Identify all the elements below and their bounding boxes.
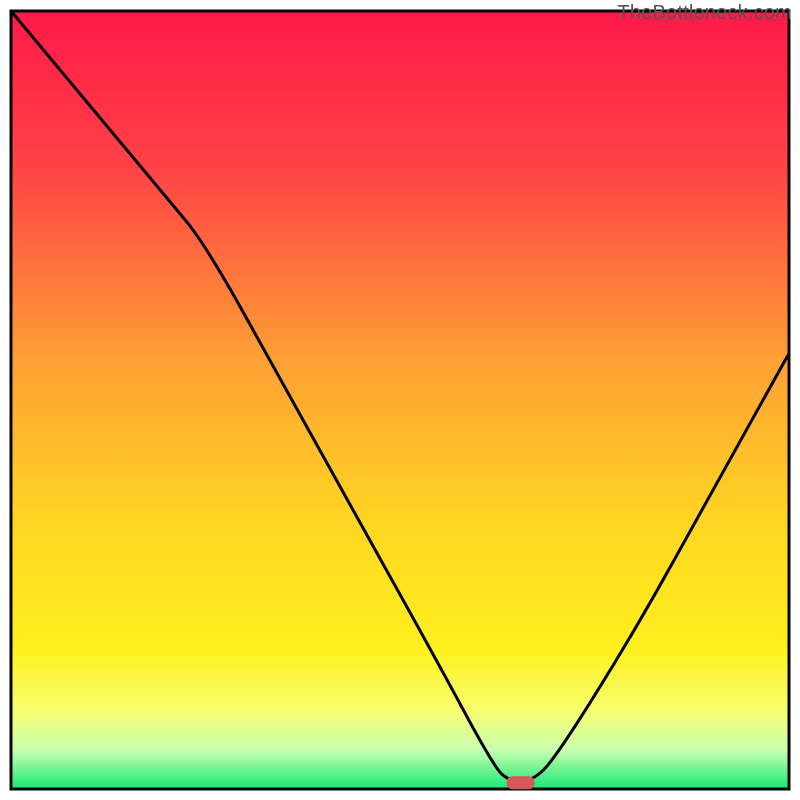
chart-canvas bbox=[0, 0, 800, 800]
gradient-background bbox=[11, 11, 789, 789]
optimal-marker bbox=[507, 776, 535, 789]
watermark-text: TheBottleneck.com bbox=[617, 2, 792, 25]
bottleneck-chart: TheBottleneck.com bbox=[0, 0, 800, 800]
